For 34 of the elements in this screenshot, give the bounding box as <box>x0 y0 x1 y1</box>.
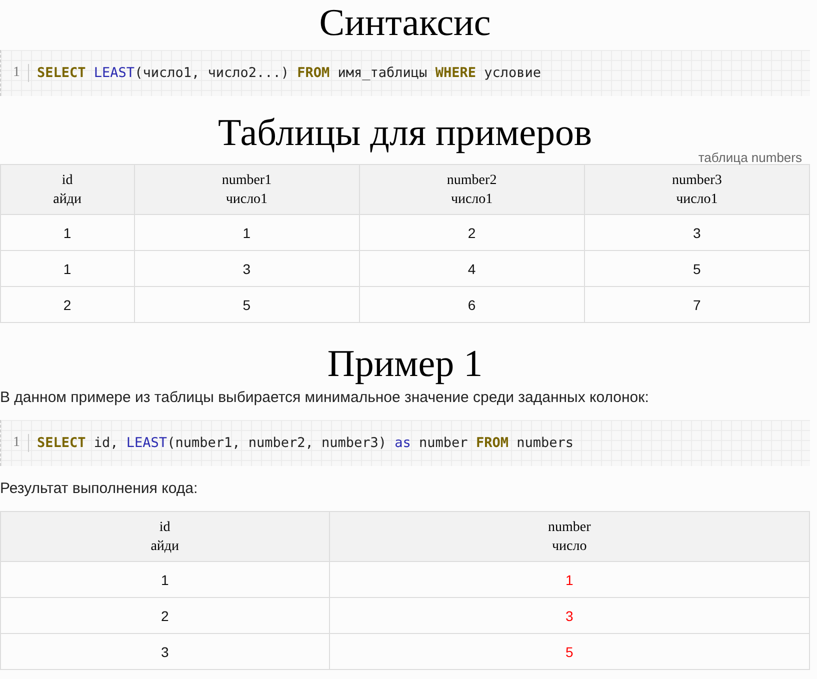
code-line: SELECT LEAST(число1, число2...) FROM имя_таблицы WHERE условие <box>36 65 541 81</box>
table-cell: 7 <box>584 286 810 322</box>
paragraph: Результат выполнения кода: <box>0 480 199 497</box>
column-header: number3 число1 <box>584 164 810 214</box>
line-number: 1 <box>1 434 29 452</box>
table-cell: 3 <box>329 598 810 634</box>
line-number: 1 <box>1 64 29 82</box>
code-line: SELECT id, LEAST(number1, number2, number3) as number FROM numbers <box>36 435 574 451</box>
section-heading: Пример 1 <box>326 342 484 387</box>
column-header: number2 число1 <box>359 164 584 214</box>
table-cell: 6 <box>359 286 584 322</box>
column-header: id айди <box>0 512 330 562</box>
table-cell: 5 <box>329 634 810 670</box>
table-cell: 2 <box>0 598 330 634</box>
paragraph: В данном примере из таблицы выбирается минимальное значение среди заданных колонок: <box>0 389 650 406</box>
section-heading: Синтаксис <box>318 1 492 46</box>
table-cell: 5 <box>584 250 810 286</box>
table-cell: 2 <box>0 286 134 322</box>
table-cell: 3 <box>0 634 330 670</box>
table-cell: 5 <box>134 286 360 322</box>
table-cell: 3 <box>584 214 810 250</box>
table-cell: 2 <box>359 214 584 250</box>
table-cell: 3 <box>134 250 360 286</box>
column-header: number1 число1 <box>134 164 360 214</box>
table-caption: таблица numbers <box>697 152 803 164</box>
table-cell: 1 <box>134 214 360 250</box>
column-header: number число <box>329 512 810 562</box>
table-cell: 1 <box>329 562 810 598</box>
section-heading: Таблицы для примеров <box>217 111 593 156</box>
table-cell: 1 <box>0 250 134 286</box>
column-header: id айди <box>0 164 134 214</box>
table-cell: 4 <box>359 250 584 286</box>
table-cell: 1 <box>0 562 330 598</box>
table-cell: 1 <box>0 214 134 250</box>
